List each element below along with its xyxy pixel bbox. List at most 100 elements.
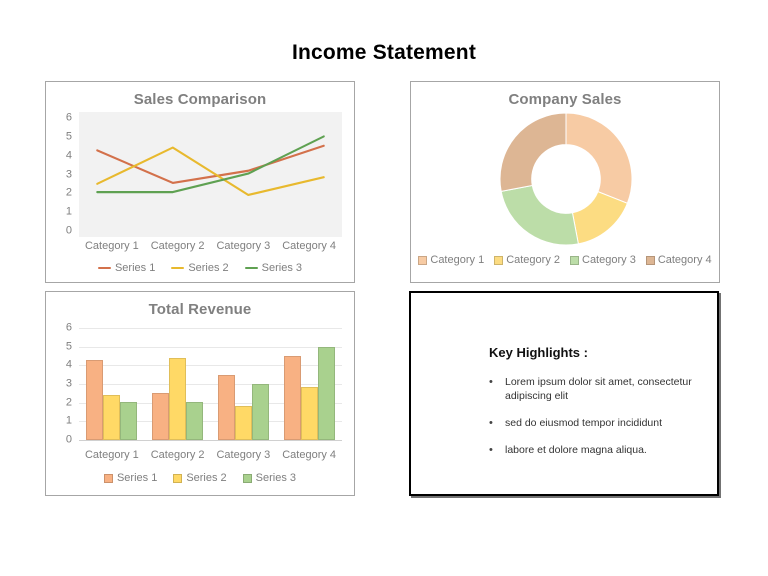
line-chart-svg — [96, 135, 325, 197]
legend-item[interactable]: Series 3 — [244, 262, 303, 274]
legend-item[interactable]: Series 1 — [97, 262, 156, 274]
legend-item[interactable]: Series 2 — [173, 472, 227, 484]
legend-label: Category 2 — [506, 254, 560, 266]
x-axis-label: Category 1 — [84, 449, 139, 461]
donut-chart-legend[interactable]: Category 1 Category 2 Category 3 Category 4 — [411, 254, 719, 266]
legend-item[interactable]: Series 2 — [171, 262, 229, 274]
legend-swatch-icon — [244, 266, 258, 270]
y-axis-tick: 0 — [65, 224, 72, 237]
x-axis-label: Category 1 — [84, 240, 139, 252]
line-chart-legend[interactable]: Series 1 Series 2 Series 3 — [46, 262, 354, 274]
donut-slice-category-1[interactable] — [565, 112, 633, 204]
legend-label: Category 1 — [430, 254, 485, 266]
bar-series-3[interactable] — [317, 346, 335, 440]
bar-series-2[interactable] — [234, 406, 252, 440]
bar-group — [211, 328, 277, 440]
legend-item[interactable]: Category 4 — [645, 254, 712, 266]
x-axis-label: Category 4 — [282, 240, 337, 252]
legend-label: Series 3 — [255, 472, 297, 484]
bar-chart-legend[interactable]: Series 1 Series 2 Series 3 — [46, 472, 354, 484]
key-highlights-panel[interactable]: Key Highlights : • Lorem ipsum dolor sit … — [409, 291, 719, 496]
bar-series-2[interactable] — [169, 357, 187, 440]
y-axis-tick: 2 — [65, 186, 72, 199]
legend-item[interactable]: Series 1 — [103, 472, 158, 484]
bar-series-1[interactable] — [217, 374, 235, 440]
bar-chart-x-labels: Category 1 Category 2 Category 3 Category 4 — [79, 449, 342, 461]
bar-series-3[interactable] — [251, 384, 269, 440]
bar-series-3[interactable] — [186, 401, 204, 440]
legend-label: Category 3 — [582, 254, 636, 266]
bar-chart-y-axis: 6 5 4 3 2 1 0 — [54, 322, 76, 446]
x-axis-label: Category 3 — [216, 449, 271, 461]
y-axis-tick: 5 — [65, 340, 72, 353]
sales-comparison-chart-panel[interactable]: Sales Comparison 6543210 Category 1 Categ… — [45, 81, 355, 283]
legend-item[interactable]: Category 1 — [418, 254, 484, 266]
y-axis-tick: 0 — [65, 433, 72, 446]
legend-item[interactable]: Series 3 — [242, 472, 297, 484]
bar-series-1[interactable] — [283, 356, 301, 440]
x-axis-label: Category 4 — [282, 449, 337, 461]
page-title: Income Statement — [291, 41, 477, 64]
legend-swatch-icon — [103, 473, 113, 483]
bar-series-2[interactable] — [300, 386, 318, 440]
key-highlights-list: • Lorem ipsum dolor sit amet, consectetur… — [489, 375, 703, 470]
y-axis-tick: 2 — [65, 396, 72, 409]
key-highlight-item: • Lorem ipsum dolor sit amet, consectetur… — [489, 375, 703, 403]
y-axis-tick: 4 — [65, 358, 72, 371]
gridline — [79, 440, 342, 441]
bar-series-3[interactable] — [120, 401, 138, 440]
company-sales-chart-panel[interactable]: Company Sales Category 1 Category 2 Catego… — [410, 81, 720, 283]
y-axis-tick: 1 — [65, 414, 72, 427]
legend-label: Series 2 — [186, 472, 227, 484]
key-highlight-text: Lorem ipsum dolor sit amet, consectetur … — [505, 376, 692, 402]
key-highlight-item: • labore et dolore magna aliqua. — [489, 443, 703, 457]
donut-slice-category-4[interactable] — [499, 112, 567, 192]
bar-group — [79, 328, 145, 440]
legend-swatch-icon — [570, 255, 579, 265]
legend-item[interactable]: Category 2 — [494, 254, 560, 266]
key-highlight-text: sed do eiusmod tempor incididunt — [505, 417, 663, 429]
x-axis-label: Category 2 — [150, 449, 205, 461]
line-chart-plot-wrap: 6 5 4 3 2 1 0 — [46, 112, 354, 237]
total-revenue-chart-panel[interactable]: Total Revenue 6543210 Category 1 Category… — [45, 291, 355, 496]
y-axis-tick: 6 — [65, 321, 72, 334]
legend-label: Category 4 — [657, 254, 712, 266]
bar-series-2[interactable] — [103, 395, 121, 440]
y-axis-tick: 3 — [65, 168, 72, 180]
y-axis-tick: 3 — [65, 377, 72, 390]
line-chart-y-axis: 6 5 4 3 2 1 0 — [54, 112, 76, 237]
chart-title-company-sales: Company Sales — [508, 91, 622, 108]
legend-label: Series 2 — [188, 262, 229, 274]
legend-swatch-icon — [645, 255, 655, 265]
legend-label: Series 1 — [114, 262, 156, 274]
y-axis-tick: 6 — [65, 111, 72, 124]
line-series-series-2 — [96, 146, 325, 197]
donut-slice-category-3[interactable] — [500, 184, 579, 246]
legend-swatch-icon — [494, 255, 504, 265]
key-highlight-text: labore et dolore magna aliqua. — [505, 444, 647, 456]
line-chart-plot-area — [79, 112, 342, 237]
bullet-icon: • — [489, 444, 493, 456]
bar-chart-bar-groups — [79, 328, 342, 440]
chart-title-total-revenue: Total Revenue — [148, 301, 252, 318]
legend-item[interactable]: Category 3 — [570, 254, 636, 266]
legend-swatch-icon — [97, 266, 111, 270]
bar-series-1[interactable] — [152, 393, 170, 440]
bullet-icon: • — [489, 417, 493, 429]
y-axis-tick: 5 — [65, 130, 72, 143]
key-highlights-heading: Key Highlights : — [489, 345, 588, 360]
bar-series-1[interactable] — [86, 359, 104, 440]
legend-swatch-icon — [418, 255, 428, 265]
chart-title-sales-comparison: Sales Comparison — [133, 91, 267, 108]
legend-label: Series 3 — [261, 262, 303, 274]
y-axis-tick: 4 — [65, 149, 72, 162]
bullet-icon: • — [489, 376, 493, 388]
legend-swatch-icon — [173, 473, 183, 483]
key-highlight-item: • sed do eiusmod tempor incididunt — [489, 416, 703, 430]
legend-swatch-icon — [171, 266, 185, 270]
x-axis-label: Category 3 — [216, 240, 271, 252]
line-chart-x-labels: Category 1 Category 2 Category 3 Category 4 — [79, 240, 342, 252]
donut-chart-svg — [499, 112, 633, 246]
bar-group — [145, 328, 211, 440]
legend-label: Series 1 — [116, 472, 158, 484]
